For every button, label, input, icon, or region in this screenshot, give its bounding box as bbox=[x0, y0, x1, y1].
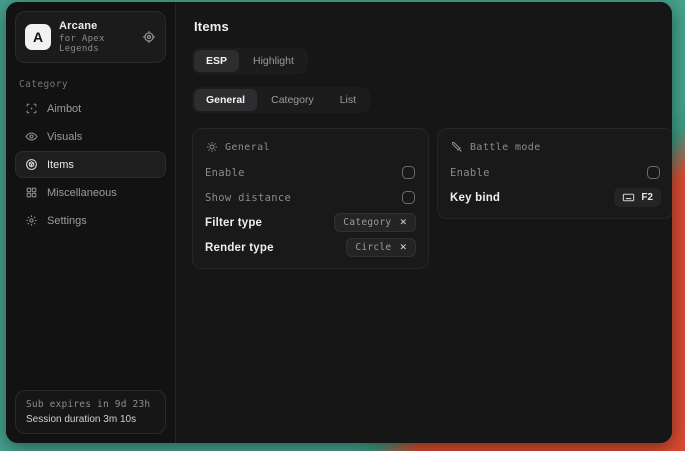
app-window: A Arcane for Apex Legends Category bbox=[6, 2, 672, 443]
show-distance-checkbox[interactable] bbox=[402, 191, 415, 204]
app-logo: A bbox=[25, 24, 51, 50]
sidebar-item-label: Aimbot bbox=[47, 103, 81, 115]
sidebar-item-label: Visuals bbox=[47, 131, 82, 143]
panels-row: General Enable Show distance Filter type… bbox=[192, 128, 672, 269]
setting-row-render-type: Render type Circle ✕ bbox=[205, 235, 416, 260]
subscription-info-card: Sub expires in 9d 23h Session duration 3… bbox=[15, 390, 166, 434]
tab-category[interactable]: Category bbox=[259, 89, 326, 111]
battle-enable-checkbox[interactable] bbox=[647, 166, 660, 179]
setting-row-show-distance: Show distance bbox=[205, 185, 416, 210]
select-value: Circle bbox=[355, 242, 391, 253]
setting-label: Show distance bbox=[205, 192, 291, 204]
sidebar-item-visuals[interactable]: Visuals bbox=[15, 123, 166, 150]
cube-icon bbox=[25, 158, 38, 171]
sub-expires-text: Sub expires in 9d 23h bbox=[26, 399, 155, 410]
setting-row-enable: Enable bbox=[205, 160, 416, 185]
general-panel-header: General bbox=[206, 141, 416, 153]
sidebar-item-items[interactable]: Items bbox=[15, 151, 166, 178]
app-header-card: A Arcane for Apex Legends bbox=[15, 11, 166, 63]
sun-icon bbox=[206, 141, 218, 153]
panel-title: General bbox=[225, 142, 270, 153]
keyboard-icon bbox=[622, 191, 635, 204]
battle-mode-panel: Battle mode Enable Key bind bbox=[437, 128, 672, 219]
target-icon[interactable] bbox=[142, 30, 156, 44]
sidebar-item-miscellaneous[interactable]: Miscellaneous bbox=[15, 179, 166, 206]
sidebar-item-label: Miscellaneous bbox=[47, 187, 117, 199]
mode-tab-group: ESP Highlight bbox=[192, 48, 308, 74]
setting-label: Filter type bbox=[205, 217, 262, 229]
sidebar-item-settings[interactable]: Settings bbox=[15, 207, 166, 234]
sidebar-item-aimbot[interactable]: Aimbot bbox=[15, 95, 166, 122]
app-subtitle: for Apex Legends bbox=[59, 34, 134, 54]
sub-tab-group: General Category List bbox=[192, 87, 370, 113]
sidebar: A Arcane for Apex Legends Category bbox=[6, 2, 176, 443]
select-value: Category bbox=[343, 217, 391, 228]
panel-title: Battle mode bbox=[470, 142, 541, 153]
sidebar-section-label: Category bbox=[19, 79, 162, 90]
sidebar-nav: Aimbot Visuals Items bbox=[6, 95, 175, 234]
close-icon[interactable]: ✕ bbox=[399, 218, 407, 227]
setting-label: Key bind bbox=[450, 192, 500, 204]
render-type-select[interactable]: Circle ✕ bbox=[346, 238, 416, 257]
crosshair-frame-icon bbox=[25, 102, 38, 115]
tab-general[interactable]: General bbox=[194, 89, 257, 111]
tab-highlight[interactable]: Highlight bbox=[241, 50, 306, 72]
setting-row-filter-type: Filter type Category ✕ bbox=[205, 210, 416, 235]
grid-icon bbox=[25, 186, 38, 199]
app-meta: Arcane for Apex Legends bbox=[59, 20, 134, 54]
general-panel: General Enable Show distance Filter type… bbox=[192, 128, 429, 269]
eye-icon bbox=[25, 130, 38, 143]
filter-type-select[interactable]: Category ✕ bbox=[334, 213, 416, 232]
setting-row-enable: Enable bbox=[450, 160, 661, 185]
app-name: Arcane bbox=[59, 20, 134, 32]
setting-label: Render type bbox=[205, 242, 274, 254]
battle-mode-panel-header: Battle mode bbox=[451, 141, 661, 153]
tab-esp[interactable]: ESP bbox=[194, 50, 239, 72]
enable-checkbox[interactable] bbox=[402, 166, 415, 179]
keybind-value: F2 bbox=[641, 192, 653, 203]
sword-icon bbox=[451, 141, 463, 153]
sidebar-item-label: Items bbox=[47, 159, 74, 171]
page-title: Items bbox=[194, 19, 672, 34]
tab-list[interactable]: List bbox=[328, 89, 368, 111]
keybind-button[interactable]: F2 bbox=[614, 188, 661, 207]
main-content: Items ESP Highlight General Category Lis… bbox=[176, 2, 672, 443]
sidebar-item-label: Settings bbox=[47, 215, 87, 227]
close-icon[interactable]: ✕ bbox=[399, 243, 407, 252]
gear-icon bbox=[25, 214, 38, 227]
setting-label: Enable bbox=[205, 167, 245, 179]
session-duration-text: Session duration 3m 10s bbox=[26, 414, 155, 425]
setting-row-key-bind: Key bind F2 bbox=[450, 185, 661, 210]
setting-label: Enable bbox=[450, 167, 490, 179]
